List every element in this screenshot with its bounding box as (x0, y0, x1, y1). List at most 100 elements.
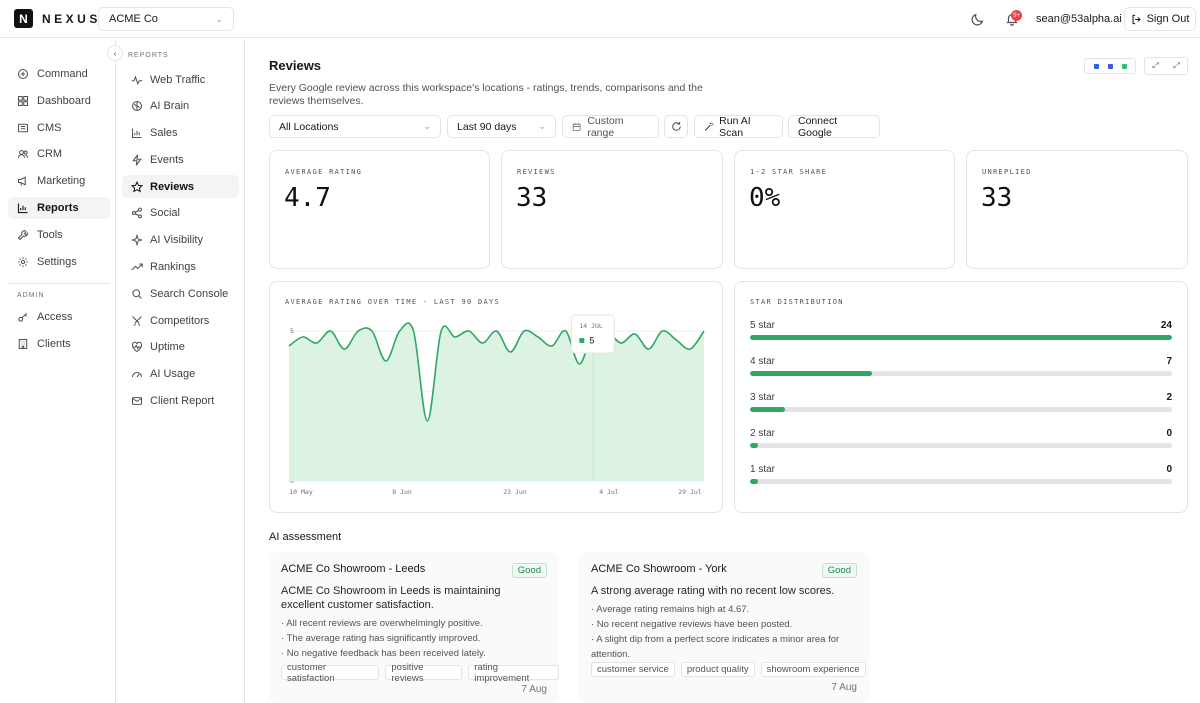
user-email[interactable]: sean@53alpha.ai (1036, 13, 1122, 25)
nav-item-dashboard[interactable]: Dashboard (8, 90, 110, 112)
ai-assessment-card[interactable]: ACME Co Showroom - Leeds Good ACME Co Show… (269, 552, 559, 703)
subnav-item-web-traffic[interactable]: Web Traffic (122, 68, 239, 91)
nav-item-settings[interactable]: Settings (8, 251, 110, 273)
wand-icon (704, 122, 714, 131)
nav-item-crm[interactable]: CRM (8, 143, 110, 165)
view-dot-1[interactable] (1093, 63, 1099, 69)
nav-item-label: CMS (37, 122, 62, 134)
lightning-icon (132, 153, 142, 166)
subnav-item-client-report[interactable]: Client Report (122, 389, 239, 412)
distribution-row-count: 24 (1160, 320, 1172, 331)
app-name: NEXUS (42, 11, 101, 26)
nav-item-cms[interactable]: CMS (8, 117, 110, 139)
connect-google-button[interactable]: Connect Google (788, 114, 880, 139)
app-logo[interactable]: N NEXUS (14, 9, 101, 28)
sign-out-button[interactable]: Sign Out (1124, 7, 1196, 31)
star-icon (131, 180, 143, 193)
notifications-badge: 9+ (1011, 10, 1022, 21)
workspace-select[interactable]: ACME Co ⌄ (98, 7, 234, 31)
main-content: Reviews Every Google review across this … (246, 39, 1200, 703)
y-tick-label: 5 (290, 327, 294, 335)
subnav-item-social[interactable]: Social (122, 201, 239, 224)
reports-subnav: REPORTS Web Traffic AI Brain Sales Event… (117, 39, 245, 703)
subnav-item-search-console[interactable]: Search Console (122, 282, 239, 305)
subnav-item-label: Competitors (150, 314, 210, 327)
ai-bullet: · No recent negative reviews have been p… (591, 619, 793, 630)
x-tick-label: 29 Jul (678, 488, 702, 496)
ai-tag[interactable]: rating improvement (468, 662, 559, 684)
ai-tag[interactable]: product quality (680, 662, 755, 677)
chevron-down-icon: ⌄ (215, 13, 223, 24)
theme-toggle-moon-icon[interactable] (971, 12, 985, 26)
subnav-item-label: Uptime (150, 340, 185, 353)
custom-range-button[interactable]: Custom range (562, 115, 659, 139)
refresh-button[interactable] (664, 115, 688, 138)
view-toggle[interactable] (1084, 58, 1136, 74)
subnav-item-label: Web Traffic (150, 73, 206, 86)
nav-section-admin: ADMIN (17, 292, 45, 299)
nav-item-label: Command (37, 68, 88, 80)
date-range-select[interactable]: Last 90 days ⌄ (447, 115, 556, 138)
ai-tag[interactable]: customer service (591, 662, 675, 677)
layout-controls: ⤢ ⤢ (1144, 57, 1188, 75)
distribution-row-label: 1 star (750, 464, 776, 475)
x-tick-label: 8 Jun (392, 488, 412, 496)
subnav-item-rankings[interactable]: Rankings (122, 255, 239, 278)
nav-divider (8, 283, 110, 284)
ai-card-date: 7 Aug (831, 682, 857, 693)
stat-label: 1-2 STAR SHARE (750, 168, 828, 176)
distribution-bar-track (750, 371, 1172, 376)
subnav-item-ai-visibility[interactable]: AI Visibility (122, 228, 239, 251)
subnav-item-label: Sales (150, 126, 178, 139)
location-select[interactable]: All Locations ⌄ (269, 115, 441, 138)
run-ai-scan-button[interactable]: Run AI Scan (694, 115, 783, 139)
subnav-item-sales[interactable]: Sales (122, 121, 239, 144)
view-dot-2[interactable] (1107, 63, 1113, 69)
subnav-section-label: REPORTS (128, 52, 169, 59)
subnav-item-ai-brain[interactable]: AI Brain (122, 94, 239, 117)
distribution-row-label: 4 star (750, 356, 776, 367)
heart-pulse-icon (131, 341, 143, 352)
nav-item-marketing[interactable]: Marketing (8, 170, 110, 192)
ai-tag[interactable]: customer satisfaction (281, 662, 380, 684)
distribution-row-label: 5 star (750, 320, 776, 331)
bar-chart-icon (131, 128, 142, 138)
nav-item-tools[interactable]: Tools (8, 224, 110, 246)
collapse-subnav-button[interactable]: ‹ (107, 45, 123, 61)
status-badge: Good (821, 563, 857, 578)
nav-item-reports[interactable]: Reports (8, 197, 110, 219)
distribution-row-count: 0 (1166, 428, 1172, 439)
x-tick-label: 4 Jul (599, 488, 619, 496)
location-select-value: All Locations (279, 120, 339, 133)
connect-google-label: Connect Google (798, 114, 838, 139)
subnav-item-uptime[interactable]: Uptime (122, 335, 239, 358)
subnav-item-competitors[interactable]: Competitors (122, 309, 239, 332)
distribution-row-count: 2 (1166, 392, 1172, 403)
view-dot-3[interactable] (1121, 63, 1127, 69)
distribution-bar-fill (750, 479, 759, 484)
nav-item-label: CRM (37, 148, 63, 160)
expand-icon[interactable]: ⤢ (1173, 61, 1179, 71)
ai-card-tags: customer satisfaction positive reviews rat… (281, 662, 559, 684)
ai-assessment-card[interactable]: ACME Co Showroom - York Good A strong aver… (579, 552, 869, 703)
ai-card-bullets: · Average rating remains high at 4.67. · … (591, 602, 853, 662)
top-bar: N NEXUS ACME Co ⌄ 9+ sean@53alpha.ai Sig… (0, 0, 1200, 38)
subnav-item-reviews[interactable]: Reviews (122, 175, 239, 198)
refresh-icon (671, 122, 681, 131)
subnav-item-events[interactable]: Events (122, 148, 239, 171)
nav-item-access[interactable]: Access (8, 306, 110, 328)
chevron-down-icon: ⌄ (423, 121, 431, 131)
nav-item-command[interactable]: Command (8, 63, 110, 85)
ai-bullet: · The average rating has significantly i… (281, 633, 481, 644)
page-title: Reviews (269, 58, 322, 73)
ai-card-bullets: · All recent reviews are overwhelmingly … (281, 616, 543, 661)
subnav-item-ai-usage[interactable]: AI Usage (122, 362, 239, 385)
distribution-row-count: 7 (1166, 356, 1172, 367)
rating-over-time-chart[interactable]: 53010 May8 Jun23 Jun4 Jul29 Jul14 JUL5 (270, 282, 722, 512)
ai-tag[interactable]: positive reviews (385, 662, 463, 684)
compress-icon[interactable]: ⤢ (1152, 61, 1158, 71)
ai-tag[interactable]: showroom experience (760, 662, 866, 677)
nav-item-clients[interactable]: Clients (8, 333, 110, 355)
command-icon (17, 68, 29, 80)
stat-label: UNREPLIED (982, 168, 1032, 176)
